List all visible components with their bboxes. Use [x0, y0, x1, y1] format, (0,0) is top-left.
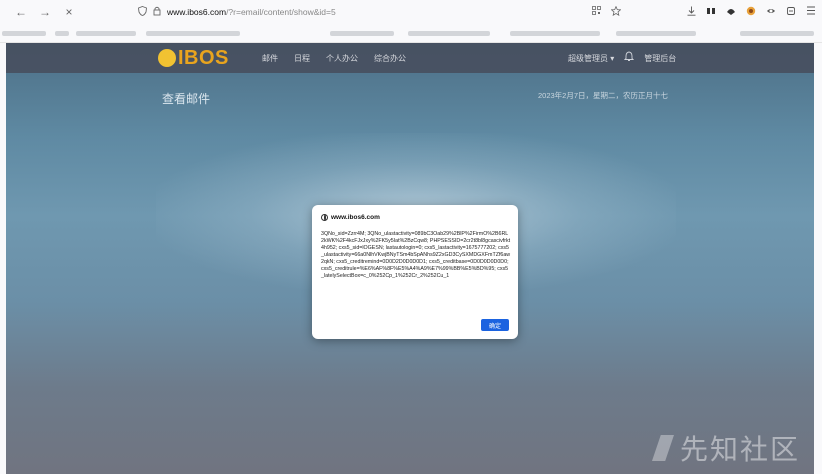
close-tab-button[interactable]: × — [60, 5, 78, 19]
url-text[interactable]: www.ibos6.com/?r=email/content/show&id=5 — [167, 7, 336, 17]
extension-icon[interactable] — [746, 6, 756, 19]
nav-item-mail[interactable]: 邮件 — [262, 53, 278, 64]
admin-link[interactable]: 管理后台 — [644, 53, 676, 64]
download-icon[interactable] — [687, 6, 696, 19]
page-title: 查看邮件 — [162, 92, 211, 106]
menu-icon[interactable] — [806, 6, 816, 18]
extension-icon[interactable] — [766, 6, 776, 19]
url-path: /?r=email/content/show&id=5 — [226, 7, 336, 17]
nav-right: 超级管理员 ▾ 管理后台 — [568, 43, 676, 73]
qr-icon[interactable] — [592, 6, 601, 18]
app-navbar: IBOS 邮件 日程 个人办公 综合办公 超级管理员 ▾ 管理后台 — [6, 43, 814, 73]
main-nav: 邮件 日程 个人办公 综合办公 — [262, 43, 406, 73]
user-label: 超级管理员 — [568, 53, 608, 63]
address-bar[interactable]: www.ibos6.com/?r=email/content/show&id=5 — [138, 5, 336, 19]
date-text: 2023年2月7日，星期二，农历正月十七 — [538, 91, 669, 100]
bookmark-item[interactable] — [408, 31, 490, 36]
bell-icon[interactable] — [624, 51, 635, 65]
bookmark-item[interactable] — [330, 31, 394, 36]
bookmark-item[interactable] — [2, 31, 46, 36]
logo-mark-icon — [158, 49, 176, 67]
url-host: www.ibos6.com — [167, 7, 227, 17]
nav-item-calendar[interactable]: 日程 — [294, 53, 310, 64]
logo-text: IBOS — [178, 46, 229, 69]
extension-icon[interactable] — [726, 6, 736, 19]
alert-dialog: www.ibos6.com 3QNo_sid=Zzrr4M; 3QNo_ulas… — [312, 205, 518, 339]
dialog-origin: www.ibos6.com — [321, 214, 380, 221]
bookmark-item[interactable] — [146, 31, 240, 36]
shield-icon[interactable] — [138, 5, 147, 19]
forward-button[interactable]: → — [36, 5, 54, 19]
extension-icon[interactable] — [786, 6, 796, 19]
nav-item-personal-office[interactable]: 个人办公 — [326, 53, 358, 64]
browser-toolbar: ← → × www.ibos6.com/?r=email/content/sho… — [0, 0, 822, 25]
ok-button[interactable]: 确定 — [481, 319, 509, 331]
watermark-logo-icon — [651, 435, 674, 461]
bookmark-item[interactable] — [740, 31, 814, 36]
back-button[interactable]: ← — [12, 5, 30, 19]
ibos-logo[interactable]: IBOS — [158, 47, 229, 69]
bookmark-item[interactable] — [76, 31, 136, 36]
nav-item-general-office[interactable]: 综合办公 — [374, 53, 406, 64]
bookmark-item[interactable] — [510, 31, 600, 36]
star-icon[interactable] — [610, 5, 622, 19]
globe-icon — [321, 214, 328, 221]
bookmark-item[interactable] — [55, 31, 69, 36]
extension-icon[interactable] — [706, 6, 716, 19]
dialog-message: 3QNo_sid=Zzrr4M; 3QNo_ulastactivity=089b… — [321, 231, 511, 279]
bookmark-item[interactable] — [616, 31, 696, 36]
watermark: 先知社区 — [651, 428, 800, 468]
lock-icon[interactable] — [153, 6, 161, 19]
dialog-origin-text: www.ibos6.com — [331, 214, 380, 221]
watermark-text: 先知社区 — [679, 433, 800, 466]
bookmark-bar — [0, 24, 822, 43]
user-menu[interactable]: 超级管理员 ▾ — [568, 53, 614, 64]
